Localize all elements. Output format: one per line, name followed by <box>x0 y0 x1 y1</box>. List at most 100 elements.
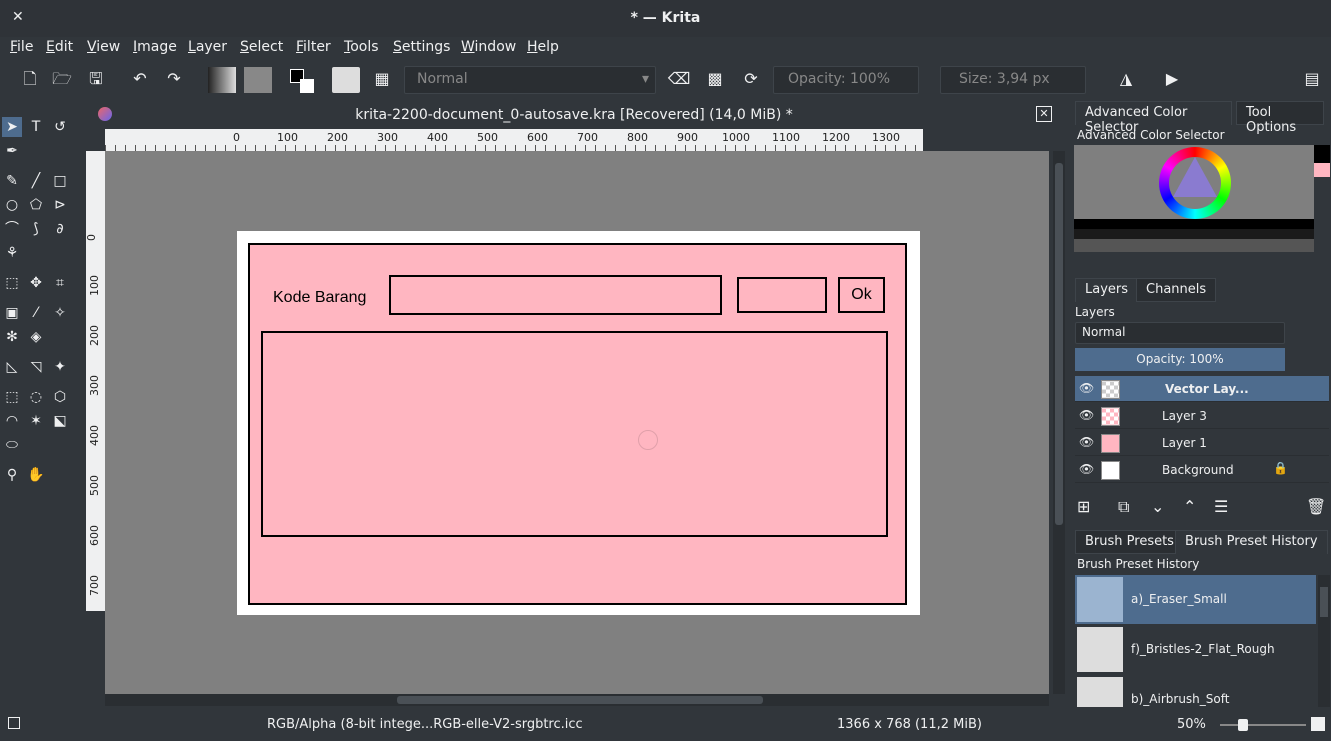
menu-filter[interactable]: Filter <box>296 39 331 55</box>
multibrush-icon[interactable]: ⚘ <box>2 243 22 263</box>
tab-brush-presets[interactable]: Brush Presets <box>1075 530 1184 554</box>
polyline-tool-icon[interactable]: ⊳ <box>50 195 70 215</box>
document-tab[interactable]: krita-2200-document_0-autosave.kra [Reco… <box>88 101 1060 129</box>
zoom-slider[interactable] <box>1220 719 1306 731</box>
horizontal-scrollbar[interactable] <box>105 694 1049 706</box>
rect-select-icon[interactable]: ⬚ <box>2 387 22 407</box>
size-slider[interactable]: Size: 3,94 px <box>940 66 1086 94</box>
eraser-icon[interactable]: ⌫ <box>667 67 691 91</box>
tab-tool-options[interactable]: Tool Options <box>1236 101 1324 135</box>
tab-brush-preset-history[interactable]: Brush Preset History <box>1175 530 1328 554</box>
polygon-tool-icon[interactable]: ⬠ <box>26 195 46 215</box>
menu-edit[interactable]: Edit <box>46 39 73 55</box>
layer-opacity-slider[interactable]: Opacity: 100% <box>1075 348 1285 371</box>
color-swatch[interactable] <box>288 67 316 93</box>
select-shapes-icon[interactable]: ➤ <box>2 117 22 137</box>
menu-tools[interactable]: Tools <box>344 39 379 55</box>
canvas-viewport[interactable]: Kode Barang Ok <box>105 151 1049 694</box>
menu-image[interactable]: Image <box>133 39 177 55</box>
mirror-vertical-icon[interactable]: ▶ <box>1160 67 1184 91</box>
brush-preset-icon[interactable] <box>332 67 360 93</box>
pan-tool-icon[interactable]: ✋ <box>26 465 46 485</box>
zoom-tool-icon[interactable]: ⚲ <box>2 465 22 485</box>
bezier-select-icon[interactable]: ⬭ <box>2 435 22 455</box>
brush-scrollbar[interactable] <box>1318 575 1330 707</box>
gradient-tool-icon[interactable]: ▣ <box>2 303 22 323</box>
reference-tool-icon[interactable]: ✦ <box>50 357 70 377</box>
reload-icon[interactable]: ⟳ <box>739 67 763 91</box>
freehand-path-icon[interactable]: ⟆ <box>26 219 46 239</box>
fill-tool-icon[interactable]: ◈ <box>26 327 46 347</box>
scrollbar-thumb[interactable] <box>1320 587 1328 617</box>
visibility-icon[interactable]: 👁 <box>1079 408 1094 422</box>
opacity-slider[interactable]: Opacity: 100% <box>773 66 919 94</box>
line-tool-icon[interactable]: ╱ <box>26 171 46 191</box>
menu-window[interactable]: Window <box>461 39 516 55</box>
layer-row[interactable]: 👁 Vector Lay... <box>1075 376 1329 402</box>
vertical-scrollbar[interactable] <box>1053 151 1065 694</box>
duplicate-layer-icon[interactable]: ⧉ <box>1118 497 1129 517</box>
save-icon[interactable]: 🖫 <box>84 67 108 91</box>
redo-icon[interactable]: ↷ <box>162 67 186 91</box>
blend-mode-dropdown[interactable]: Normal ▾ <box>404 66 656 94</box>
visibility-icon[interactable]: 👁 <box>1079 381 1094 395</box>
ellipse-tool-icon[interactable]: ○ <box>2 195 22 215</box>
move-layer-up-icon[interactable]: ⌃ <box>1183 497 1196 516</box>
dynamic-brush-icon[interactable]: ∂ <box>50 219 70 239</box>
color-wheel[interactable] <box>1159 147 1231 219</box>
calligraphy-icon[interactable]: ↺ <box>50 117 70 137</box>
move-layer-down-icon[interactable]: ⌄ <box>1151 497 1164 516</box>
similar-select-icon[interactable]: ⬕ <box>50 411 70 431</box>
background-color-swatch[interactable] <box>1314 163 1330 177</box>
polygon-select-icon[interactable]: ⬡ <box>50 387 70 407</box>
rectangle-tool-icon[interactable]: □ <box>50 171 70 191</box>
tab-advanced-color-selector[interactable]: Advanced Color Selector <box>1075 101 1232 135</box>
tab-channels[interactable]: Channels <box>1136 278 1217 302</box>
gradient-selector[interactable] <box>208 67 236 93</box>
measure-tool-icon[interactable]: ◺ <box>2 357 22 377</box>
visibility-icon[interactable]: 👁 <box>1079 435 1094 449</box>
freehand-brush-icon[interactable]: ✎ <box>2 171 22 191</box>
new-document-icon[interactable]: 🗋 <box>18 67 42 91</box>
workspace-icon[interactable]: ▦ <box>370 67 394 91</box>
layer-row[interactable]: 👁 Background 🔒 <box>1075 457 1329 483</box>
menu-view[interactable]: View <box>87 39 120 55</box>
layer-row[interactable]: 👁 Layer 1 <box>1075 430 1329 456</box>
smart-patch-icon[interactable]: ✧ <box>50 303 70 323</box>
ellipse-select-icon[interactable]: ◌ <box>26 387 46 407</box>
delete-layer-icon[interactable]: 🗑 <box>1306 497 1326 516</box>
menu-select[interactable]: Select <box>240 39 283 55</box>
crop-tool-icon[interactable]: ⌗ <box>50 273 70 293</box>
assistant-tool-icon[interactable]: ✻ <box>2 327 22 347</box>
brush-item[interactable]: b)_Airbrush_Soft <box>1075 675 1316 707</box>
magic-wand-icon[interactable]: ✶ <box>26 411 46 431</box>
scrollbar-thumb[interactable] <box>1055 163 1063 525</box>
edit-shapes-icon[interactable]: ✒ <box>2 141 22 161</box>
freehand-select-icon[interactable]: ◠ <box>2 411 22 431</box>
bezier-tool-icon[interactable]: ⌒ <box>2 219 22 239</box>
color-picker-icon[interactable]: ⁄ <box>26 303 46 323</box>
menu-layer[interactable]: Layer <box>188 39 227 55</box>
color-selector-panel[interactable] <box>1074 145 1314 252</box>
move-tool-icon[interactable]: ✥ <box>26 273 46 293</box>
mirror-horizontal-icon[interactable]: ◮ <box>1114 67 1138 91</box>
menu-file[interactable]: File <box>10 39 33 55</box>
docker-menu-icon[interactable]: ▤ <box>1300 67 1324 91</box>
perspective-tool-icon[interactable]: ◹ <box>26 357 46 377</box>
brush-item[interactable]: a)_Eraser_Small <box>1075 575 1316 624</box>
zoom-slider-handle[interactable] <box>1238 719 1248 731</box>
image-size-label[interactable]: 1366 x 768 (11,2 MiB) <box>837 717 982 732</box>
brush-item[interactable]: f)_Bristles-2_Flat_Rough <box>1075 625 1316 674</box>
scrollbar-thumb[interactable] <box>397 696 763 704</box>
lock-icon[interactable]: 🔒 <box>1273 461 1288 475</box>
visibility-icon[interactable]: 👁 <box>1079 462 1094 476</box>
layer-properties-icon[interactable]: ☰ <box>1214 497 1228 516</box>
layer-blend-dropdown[interactable]: Normal <box>1075 322 1285 344</box>
transform-tool-icon[interactable]: ⬚ <box>2 273 22 293</box>
alpha-lock-icon[interactable]: ▩ <box>703 67 727 91</box>
menu-settings[interactable]: Settings <box>393 39 450 55</box>
foreground-color-swatch[interactable] <box>1314 145 1330 163</box>
pattern-selector[interactable] <box>244 67 272 93</box>
menu-help[interactable]: Help <box>527 39 559 55</box>
undo-icon[interactable]: ↶ <box>128 67 152 91</box>
